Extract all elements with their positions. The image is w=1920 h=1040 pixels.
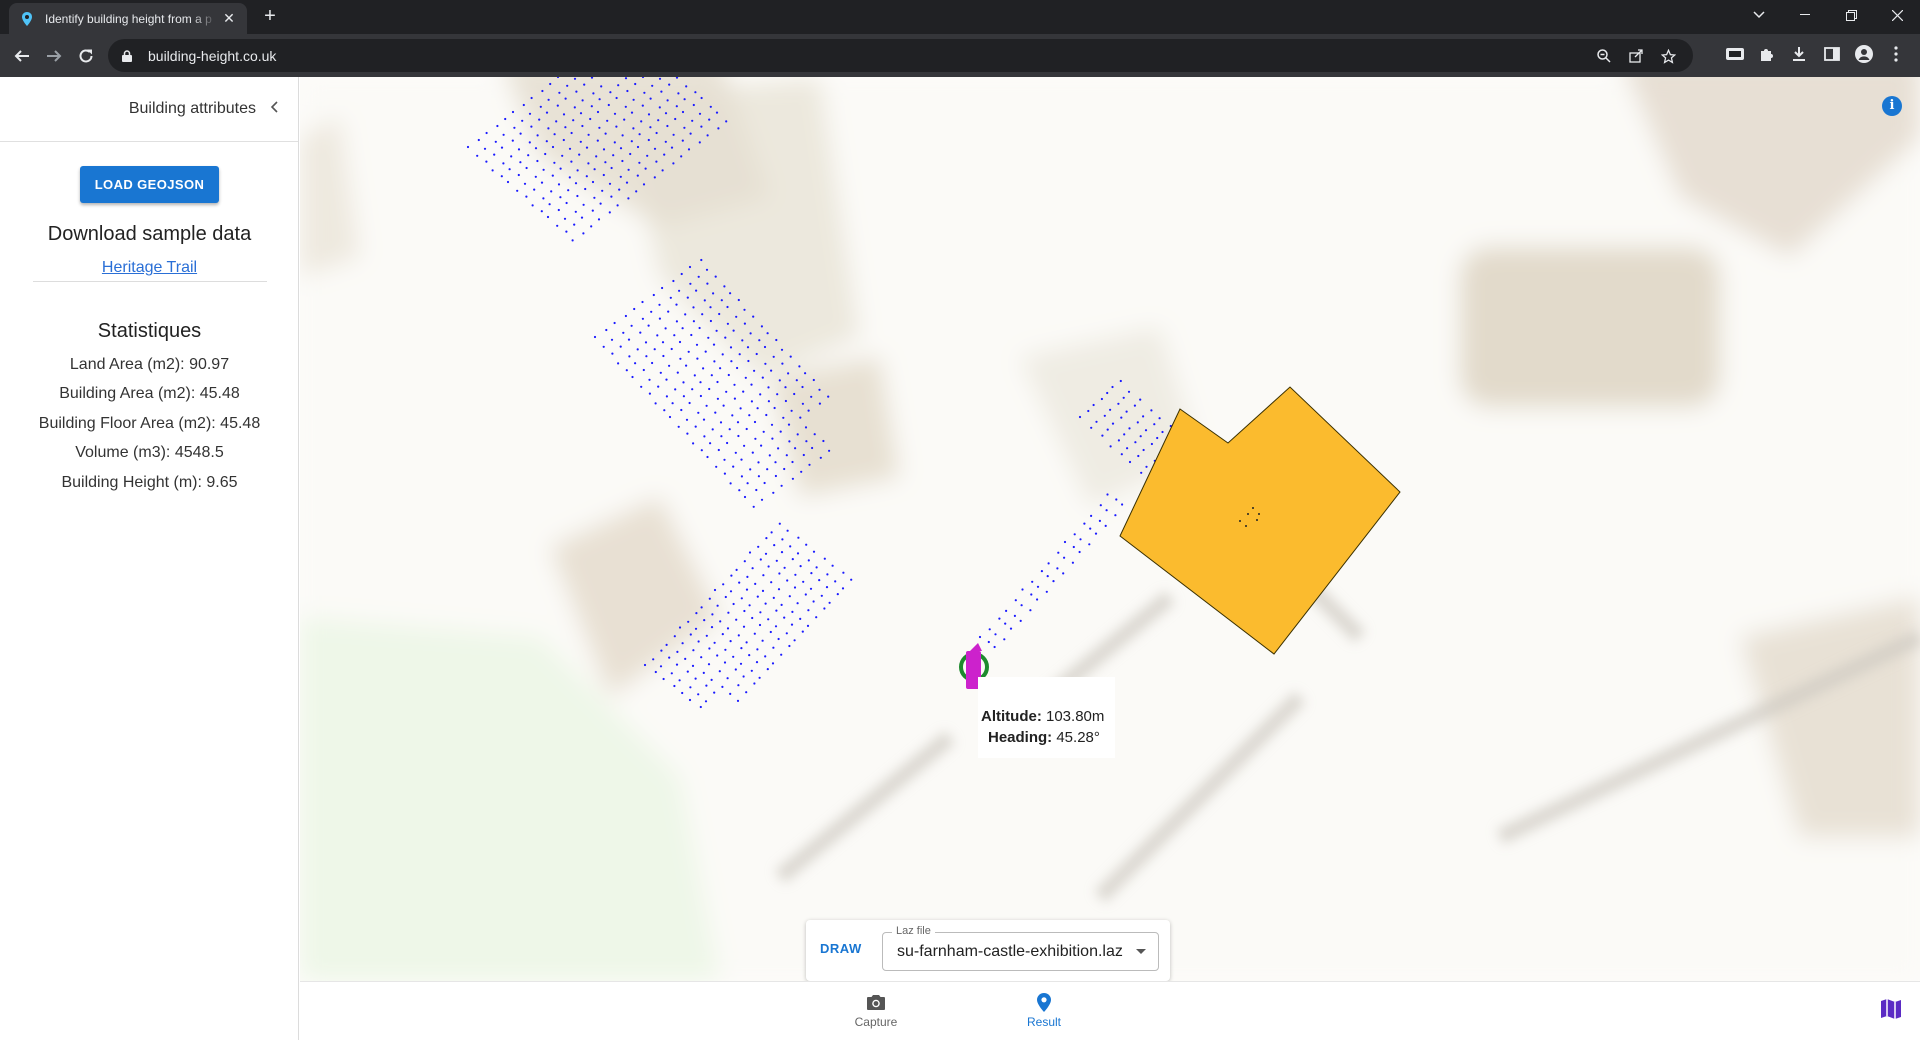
- browser-tab[interactable]: Identify building height from a p ✕: [9, 3, 247, 34]
- heading-label: Heading:: [988, 729, 1053, 746]
- new-tab-icon[interactable]: +: [258, 5, 282, 29]
- altitude-label: Altitude:: [981, 708, 1042, 725]
- statistics-title: Statistiques: [97, 320, 202, 342]
- map-pin-favicon-icon: [19, 11, 35, 27]
- url-text: building-height.co.uk: [148, 47, 277, 64]
- nav-result[interactable]: Result: [1004, 992, 1084, 1029]
- dropdown-caret-icon[interactable]: [1136, 949, 1146, 954]
- stat-floor-area: Building Floor Area (m2): 45.48: [38, 415, 261, 432]
- window-close-icon[interactable]: [1874, 0, 1920, 30]
- sidebar-divider: [33, 281, 267, 282]
- tab-title: Identify building height from a p: [45, 11, 212, 26]
- info-icon[interactable]: i: [1882, 96, 1902, 116]
- draw-button[interactable]: DRAW: [820, 941, 862, 956]
- browser-toolbar: building-height.co.uk: [0, 34, 1920, 77]
- nav-capture[interactable]: Capture: [836, 992, 916, 1029]
- share-icon[interactable]: [1625, 47, 1647, 65]
- minimize-icon[interactable]: [1782, 0, 1828, 30]
- altitude-value: 103.80m: [1041, 708, 1105, 725]
- side-panel-icon[interactable]: [1820, 42, 1844, 66]
- browser-tabstrip: Identify building height from a p ✕ +: [0, 0, 1920, 34]
- extension-badge-icon[interactable]: [1723, 42, 1747, 66]
- lock-icon[interactable]: [122, 49, 136, 63]
- laz-file-label: Laz file: [892, 925, 935, 937]
- sidebar-header: Building attributes: [0, 77, 298, 142]
- map-canvas[interactable]: i: [300, 77, 1920, 981]
- bookmark-star-icon[interactable]: [1657, 47, 1679, 65]
- profile-avatar-icon[interactable]: [1852, 42, 1876, 66]
- nav-result-label: Result: [1026, 1015, 1061, 1029]
- bottom-navigation: Capture Result: [300, 981, 1920, 1040]
- collapse-chevron-left-icon[interactable]: [270, 100, 278, 118]
- laz-file-value: su-farnham-castle-exhibition.laz: [897, 943, 1123, 960]
- stat-building-height: Building Height (m): 9.65: [61, 474, 238, 491]
- heading-value: 45.28°: [1052, 729, 1100, 746]
- back-arrow-icon[interactable]: [8, 42, 36, 70]
- reload-icon[interactable]: [72, 42, 100, 70]
- draw-panel: DRAW Laz file su-farnham-castle-exhibiti…: [806, 920, 1170, 981]
- zoom-icon[interactable]: [1593, 47, 1615, 65]
- attributes-sidebar: Building attributes LOAD GEOJSON Downloa…: [0, 77, 299, 1040]
- load-geojson-button[interactable]: LOAD GEOJSON: [80, 166, 219, 203]
- camera-icon: [836, 992, 916, 1012]
- stat-land-area: Land Area (m2): 90.97: [69, 356, 230, 373]
- stat-volume: Volume (m3): 4548.5: [75, 444, 224, 461]
- browser-menu-icon[interactable]: [1884, 42, 1908, 66]
- download-sample-title: Download sample data: [47, 223, 252, 245]
- puzzle-extensions-icon[interactable]: [1755, 42, 1779, 66]
- tab-close-icon[interactable]: ✕: [221, 10, 237, 27]
- restore-icon[interactable]: [1828, 0, 1874, 30]
- camera-info-popup: Altitude: 103.80m Heading: 45.28°: [978, 677, 1115, 758]
- heritage-trail-link[interactable]: Heritage Trail: [0, 259, 299, 277]
- tab-search-icon[interactable]: [1736, 0, 1782, 30]
- map-layer-icon[interactable]: [1880, 998, 1902, 1022]
- sidebar-title: Building attributes: [128, 100, 256, 117]
- location-pin-icon: [1004, 992, 1084, 1012]
- basemap: [300, 77, 1920, 981]
- stat-building-area: Building Area (m2): 45.48: [59, 385, 240, 402]
- download-icon[interactable]: [1787, 42, 1811, 66]
- forward-arrow-icon[interactable]: [40, 42, 68, 70]
- laz-file-select[interactable]: Laz file su-farnham-castle-exhibition.la…: [882, 925, 1159, 971]
- nav-capture-label: Capture: [854, 1015, 898, 1029]
- address-bar[interactable]: building-height.co.uk: [108, 39, 1693, 72]
